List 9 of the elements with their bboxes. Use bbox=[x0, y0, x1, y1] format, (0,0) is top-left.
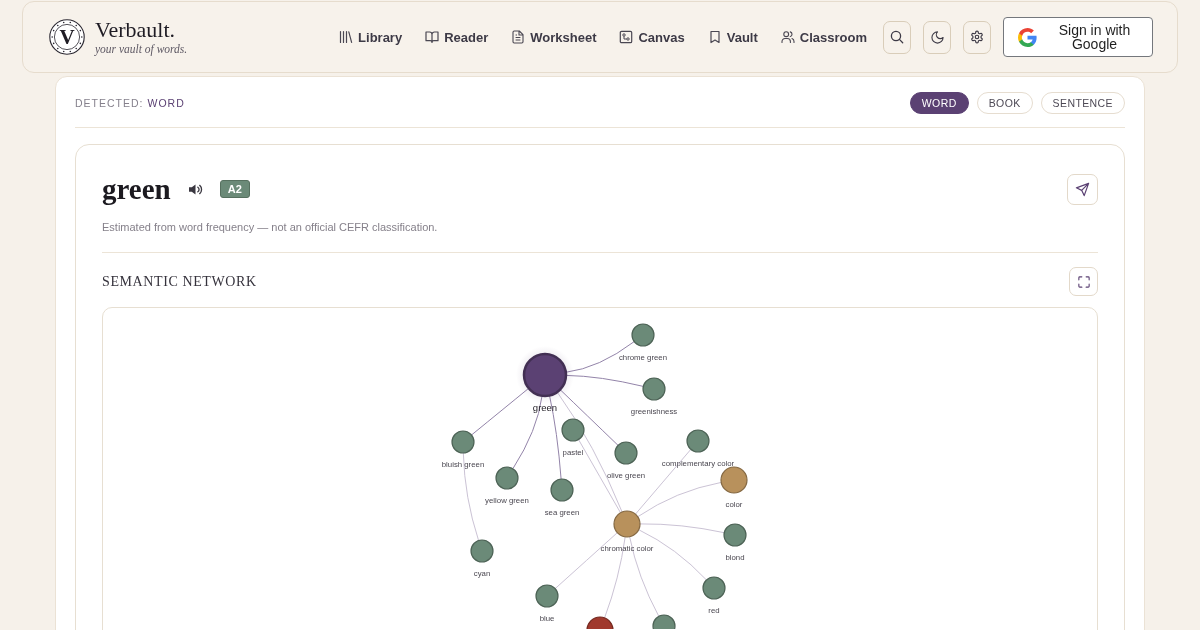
detected-label: DETECTED: bbox=[75, 97, 144, 109]
headword: green bbox=[102, 172, 171, 207]
level-badge: A2 bbox=[219, 180, 250, 198]
brand-tagline: your vault of words. bbox=[95, 42, 188, 56]
section-title: SEMANTIC NETWORK bbox=[102, 273, 257, 290]
brand-name: Verbault. bbox=[95, 18, 177, 42]
level-note: Estimated from word frequency — not an official CEFR classification. bbox=[102, 220, 439, 234]
detected-value: WORD bbox=[147, 97, 185, 109]
node-label: green bbox=[532, 401, 558, 413]
